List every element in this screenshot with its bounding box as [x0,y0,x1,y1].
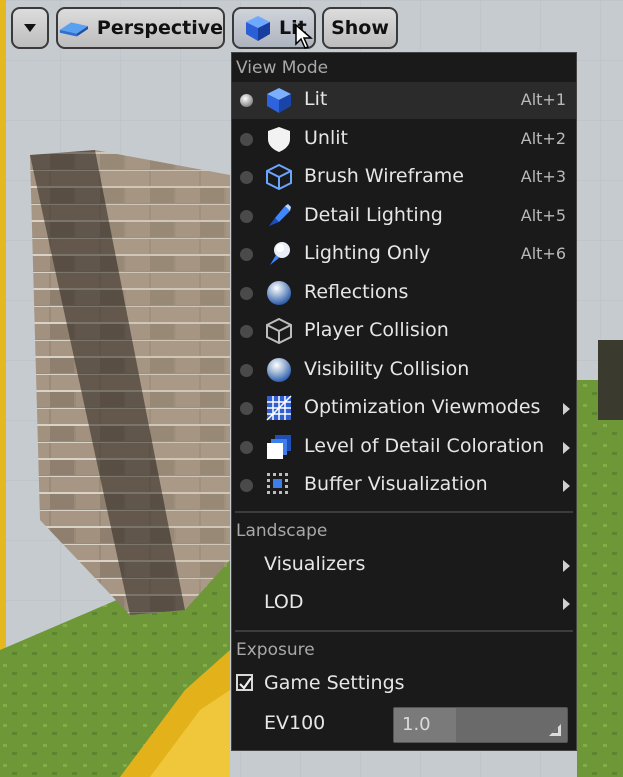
landscape-section-header: Landscape [236,521,328,541]
radio-icon [240,248,253,261]
view-mode-item-brush-wireframe[interactable]: Brush Wireframe Alt+3 [232,159,576,196]
item-label: Reflections [304,281,409,303]
ev100-value: 1.0 [402,714,431,735]
lod-coloration-icon [267,435,291,459]
lighting-only-icon [270,242,290,265]
reflections-sphere-icon [267,281,291,305]
view-mode-item-lod-coloration[interactable]: Level of Detail Coloration [232,429,576,466]
radio-icon [240,287,253,300]
item-label: Lit [304,88,328,110]
lit-cube-icon [246,16,270,41]
show-button[interactable]: Show [322,7,398,49]
landscape-item-visualizers[interactable]: Visualizers [232,547,576,584]
mouse-cursor-icon [295,24,313,49]
view-mode-item-lit[interactable]: Lit Alt+1 [232,82,576,119]
item-shortcut: Alt+5 [520,206,566,225]
resize-handle-icon[interactable] [549,724,561,736]
landscape-item-lod[interactable]: LOD [232,585,576,622]
item-label: Optimization Viewmodes [304,396,541,418]
perspective-label: Perspective [96,17,223,39]
menu-separator [235,630,573,632]
item-shortcut: Alt+1 [520,90,566,109]
radio-icon [240,133,253,146]
item-label: Buffer Visualization [304,473,488,495]
submenu-arrow-icon [563,442,570,454]
game-settings-item[interactable]: Game Settings [232,666,576,703]
view-mode-item-detail-lighting[interactable]: Detail Lighting Alt+5 [232,198,576,235]
item-label: Brush Wireframe [304,165,464,187]
view-mode-item-visibility-collision[interactable]: Visibility Collision [232,352,576,389]
submenu-arrow-icon [563,480,570,492]
radio-icon [240,325,253,338]
item-shortcut: Alt+3 [520,167,566,186]
item-label: Visibility Collision [304,358,470,380]
submenu-arrow-icon [563,403,570,415]
game-settings-label: Game Settings [264,672,405,694]
buffer-visualization-icon [267,473,288,494]
view-mode-item-player-collision[interactable]: Player Collision [232,313,576,350]
player-collision-icon [266,317,292,345]
radio-icon [240,210,253,223]
radio-icon [240,479,253,492]
item-shortcut: Alt+2 [520,129,566,148]
radio-selected-icon [240,94,253,107]
view-mode-item-optimization-viewmodes[interactable]: Optimization Viewmodes [232,390,576,427]
ev100-label: EV100 [264,712,326,734]
optimization-grid-icon [266,395,292,421]
visibility-collision-icon [267,358,291,382]
radio-icon [240,364,253,377]
item-label: Level of Detail Coloration [304,435,545,457]
exposure-section-header: Exposure [236,640,315,660]
view-mode-item-unlit[interactable]: Unlit Alt+2 [232,121,576,158]
wireframe-cube-icon [266,163,292,191]
item-label: LOD [264,591,304,613]
game-settings-checkbox[interactable] [236,674,253,691]
radio-icon [240,402,253,415]
submenu-arrow-icon [563,598,570,610]
unlit-shield-icon [268,127,290,152]
item-label: Detail Lighting [304,204,443,226]
submenu-arrow-icon [563,560,570,572]
view-mode-item-buffer-visualization[interactable]: Buffer Visualization [232,467,576,504]
caret-down-icon [24,24,36,32]
view-mode-section-header: View Mode [236,58,329,78]
view-mode-item-lighting-only[interactable]: Lighting Only Alt+6 [232,236,576,273]
perspective-camera-icon [59,22,89,37]
item-label: Visualizers [264,553,366,575]
item-label: Lighting Only [304,242,431,264]
show-label: Show [331,17,389,39]
view-mode-item-reflections[interactable]: Reflections [232,275,576,312]
view-mode-menu: View Mode Lit Alt+1 Unlit Alt+2 Brush Wi… [231,52,577,751]
detail-lighting-icon [269,204,291,226]
item-label: Unlit [304,127,348,149]
checkmark-icon [239,677,252,690]
viewport-options-button[interactable] [11,7,49,49]
item-shortcut: Alt+6 [520,244,566,263]
radio-icon [240,441,253,454]
radio-icon [240,171,253,184]
item-label: Player Collision [304,319,449,341]
perspective-button[interactable]: Perspective [56,7,225,49]
ev100-spinbox[interactable]: 1.0 [393,707,568,743]
lit-cube-icon [267,88,291,113]
menu-separator [235,511,573,513]
